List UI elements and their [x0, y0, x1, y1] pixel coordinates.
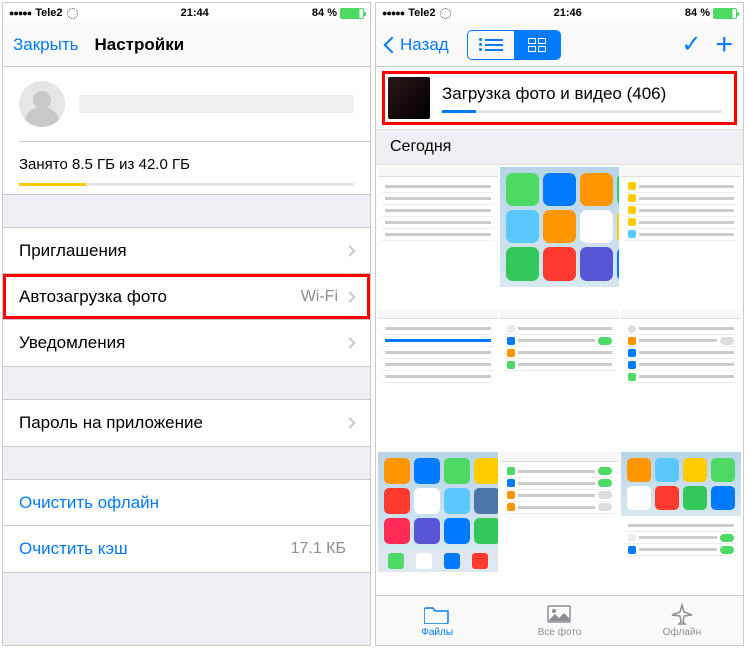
- add-button[interactable]: +: [715, 28, 733, 62]
- photo-grid: [376, 165, 743, 595]
- tab-bar: Файлы Все фото Офлайн: [376, 595, 743, 645]
- screenshot-thumbnail[interactable]: [621, 167, 741, 287]
- section-header: Сегодня: [376, 130, 743, 165]
- nav-bar: Закрыть Настройки: [3, 23, 370, 67]
- screenshot-thumbnail[interactable]: [378, 452, 498, 572]
- upload-banner[interactable]: Загрузка фото и видео (406): [376, 67, 743, 130]
- page-title: Настройки: [94, 35, 184, 55]
- signal-dots: ●●●●●: [9, 8, 31, 18]
- list-view-button[interactable]: [468, 31, 514, 59]
- row-label: Пароль на приложение: [19, 413, 346, 433]
- close-button[interactable]: Закрыть: [13, 35, 78, 55]
- app-password-row[interactable]: Пароль на приложение: [3, 400, 370, 446]
- screenshot-thumbnail[interactable]: [500, 310, 620, 430]
- tab-label: Все фото: [538, 627, 582, 638]
- chevron-right-icon: [344, 245, 355, 256]
- avatar: [19, 81, 65, 127]
- tab-label: Офлайн: [663, 627, 701, 638]
- carrier-label: Tele2: [35, 7, 62, 19]
- tab-files[interactable]: Файлы: [376, 596, 498, 645]
- tab-all-photos[interactable]: Все фото: [498, 596, 620, 645]
- chevron-right-icon: [344, 291, 355, 302]
- photo-icon: [546, 603, 572, 625]
- clear-cache-row[interactable]: Очистить кэш 17.1 КБ: [3, 526, 370, 572]
- clear-offline-row[interactable]: Очистить офлайн: [3, 480, 370, 526]
- back-label: Назад: [400, 35, 449, 55]
- storage-text: Занято 8.5 ГБ из 42.0 ГБ: [19, 156, 354, 173]
- storage-row: Занято 8.5 ГБ из 42.0 ГБ: [3, 142, 370, 194]
- files-screen: ●●●●● Tele2 21:46 84 % Назад: [375, 2, 744, 646]
- notifications-row[interactable]: Уведомления: [3, 320, 370, 366]
- nav-bar: Назад ✓ +: [376, 23, 743, 67]
- tab-offline[interactable]: Офлайн: [621, 596, 743, 645]
- back-button[interactable]: Назад: [386, 35, 449, 55]
- profile-row[interactable]: [3, 67, 370, 141]
- loading-spinner-icon: [440, 8, 451, 19]
- airplane-icon: [669, 603, 695, 625]
- settings-screen: ●●●●● Tele2 21:44 84 % Закрыть Настройки…: [2, 2, 371, 646]
- row-label: Автозагрузка фото: [19, 287, 301, 307]
- storage-bar: [19, 183, 354, 186]
- screenshot-thumbnail[interactable]: [378, 310, 498, 430]
- folder-icon: [424, 603, 450, 625]
- chevron-left-icon: [384, 36, 401, 53]
- row-value: Wi-Fi: [301, 288, 338, 306]
- row-label: Уведомления: [19, 333, 346, 353]
- clock: 21:46: [554, 7, 582, 19]
- row-value: 17.1 КБ: [291, 540, 346, 558]
- profile-name-placeholder: [79, 95, 354, 113]
- row-label: Очистить офлайн: [19, 493, 354, 513]
- upload-thumbnail: [388, 77, 430, 119]
- tab-label: Файлы: [421, 627, 453, 638]
- battery-icon: [340, 8, 364, 19]
- grid-view-button[interactable]: [514, 31, 560, 59]
- screenshot-thumbnail[interactable]: [500, 167, 620, 287]
- chevron-right-icon: [344, 337, 355, 348]
- loading-spinner-icon: [67, 8, 78, 19]
- screenshot-thumbnail[interactable]: [621, 310, 741, 430]
- chevron-right-icon: [344, 417, 355, 428]
- screenshot-thumbnail[interactable]: [378, 167, 498, 287]
- clock: 21:44: [181, 7, 209, 19]
- signal-dots: ●●●●●: [382, 8, 404, 18]
- screenshot-thumbnail[interactable]: [500, 452, 620, 572]
- row-label: Приглашения: [19, 241, 346, 261]
- carrier-label: Tele2: [408, 7, 435, 19]
- upload-text: Загрузка фото и видео (406): [442, 84, 722, 104]
- status-bar: ●●●●● Tele2 21:44 84 %: [3, 3, 370, 23]
- row-label: Очистить кэш: [19, 539, 291, 559]
- battery-percent: 84 %: [312, 7, 337, 19]
- select-button[interactable]: ✓: [681, 30, 701, 59]
- invitations-row[interactable]: Приглашения: [3, 228, 370, 274]
- status-bar: ●●●●● Tele2 21:46 84 %: [376, 3, 743, 23]
- screenshot-thumbnail[interactable]: [621, 452, 741, 572]
- battery-icon: [713, 8, 737, 19]
- upload-progress-bar: [442, 110, 722, 113]
- view-toggle: [467, 30, 561, 60]
- autoupload-row[interactable]: Автозагрузка фото Wi-Fi: [3, 274, 370, 320]
- battery-percent: 84 %: [685, 7, 710, 19]
